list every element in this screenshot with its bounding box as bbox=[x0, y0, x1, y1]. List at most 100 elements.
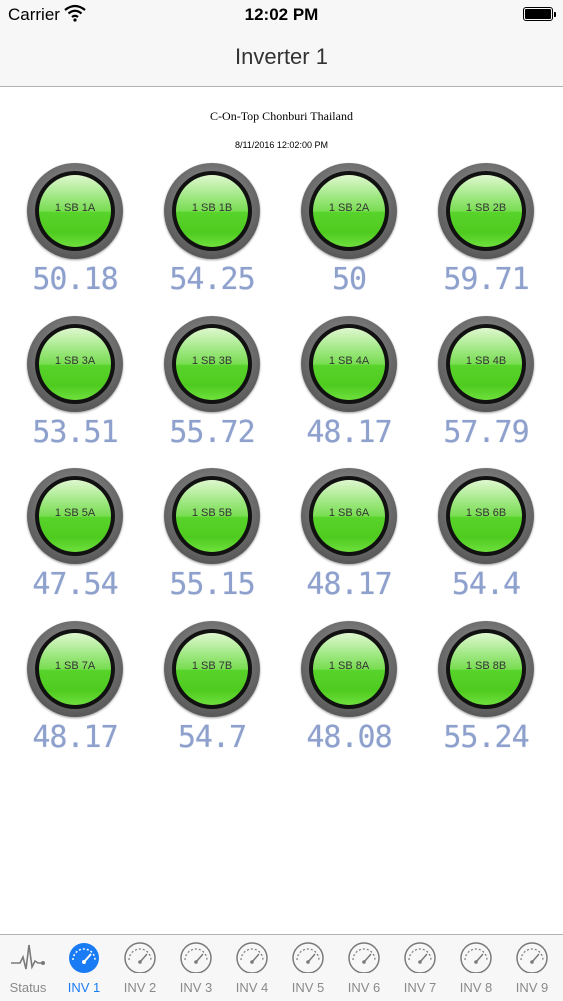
status-bar: Carrier 12:02 PM bbox=[0, 0, 563, 30]
battery-icon bbox=[523, 7, 556, 21]
speedometer-icon bbox=[122, 941, 158, 974]
speedometer-icon bbox=[290, 941, 326, 974]
gauge-label: 1 SB 8B bbox=[465, 660, 507, 672]
power-reading: 57.79 bbox=[443, 415, 529, 450]
gauge-cell[interactable]: 1 SB 4A 48.17 bbox=[284, 311, 414, 461]
status-light-icon: 1 SB 1A bbox=[27, 163, 123, 259]
speedometer-icon bbox=[178, 941, 214, 974]
gauge-bezel: 1 SB 3A bbox=[35, 324, 115, 404]
status-light-icon: 1 SB 6A bbox=[301, 468, 397, 564]
gauge-label: 1 SB 6B bbox=[465, 507, 507, 519]
gauge-face: 1 SB 8A bbox=[313, 633, 385, 705]
tab-label: INV 5 bbox=[291, 980, 325, 995]
tab-inv-4[interactable]: INV 4 bbox=[224, 935, 280, 1001]
gauge-label: 1 SB 4B bbox=[465, 355, 507, 367]
tab-bar: Status INV 1 INV 2 INV 3 INV 4 INV 5 INV 6 INV … bbox=[0, 934, 563, 1001]
gauge-cell[interactable]: 1 SB 1B 54.25 bbox=[147, 158, 277, 308]
tab-inv-6[interactable]: INV 6 bbox=[336, 935, 392, 1001]
gauge-bezel: 1 SB 2B bbox=[446, 171, 526, 251]
status-light-icon: 1 SB 5B bbox=[164, 468, 260, 564]
gauge-cell[interactable]: 1 SB 1A 50.18 bbox=[10, 158, 140, 308]
power-reading: 53.51 bbox=[32, 415, 118, 450]
status-light-icon: 1 SB 3B bbox=[164, 316, 260, 412]
gauge-cell[interactable]: 1 SB 7A 48.17 bbox=[10, 616, 140, 766]
gauge-face: 1 SB 5B bbox=[176, 480, 248, 552]
tab-label: Status bbox=[9, 980, 47, 995]
gauge-bezel: 1 SB 4B bbox=[446, 324, 526, 404]
gauge-bezel: 1 SB 6B bbox=[446, 476, 526, 556]
power-reading: 55.15 bbox=[169, 567, 255, 602]
clock: 12:02 PM bbox=[244, 5, 319, 24]
speedometer-icon bbox=[234, 941, 270, 974]
tab-inv-7[interactable]: INV 7 bbox=[392, 935, 448, 1001]
gauge-label: 1 SB 1A bbox=[54, 202, 96, 214]
tab-label: INV 1 bbox=[67, 980, 101, 995]
tab-label: INV 7 bbox=[403, 980, 437, 995]
tab-inv-9[interactable]: INV 9 bbox=[504, 935, 560, 1001]
gauge-face: 1 SB 1A bbox=[39, 175, 111, 247]
gauge-cell[interactable]: 1 SB 6A 48.17 bbox=[284, 463, 414, 613]
status-light-icon: 1 SB 4B bbox=[438, 316, 534, 412]
tab-inv-8[interactable]: INV 8 bbox=[448, 935, 504, 1001]
status-light-icon: 1 SB 3A bbox=[27, 316, 123, 412]
gauge-face: 1 SB 4B bbox=[450, 328, 522, 400]
speedometer-icon bbox=[458, 941, 494, 974]
status-light-icon: 1 SB 7B bbox=[164, 621, 260, 717]
status-light-icon: 1 SB 6B bbox=[438, 468, 534, 564]
gauge-cell[interactable]: 1 SB 5A 47.54 bbox=[10, 463, 140, 613]
gauge-label: 1 SB 6A bbox=[328, 507, 370, 519]
pulse-icon bbox=[10, 941, 46, 973]
status-light-icon: 1 SB 4A bbox=[301, 316, 397, 412]
gauge-bezel: 1 SB 5B bbox=[172, 476, 252, 556]
gauge-bezel: 1 SB 1A bbox=[35, 171, 115, 251]
gauge-cell[interactable]: 1 SB 8A 48.08 bbox=[284, 616, 414, 766]
gauge-bezel: 1 SB 7B bbox=[172, 629, 252, 709]
gauge-cell[interactable]: 1 SB 6B 54.4 bbox=[421, 463, 551, 613]
gauge-bezel: 1 SB 4A bbox=[309, 324, 389, 404]
gauge-label: 1 SB 5B bbox=[191, 507, 233, 519]
navigation-bar: Inverter 1 bbox=[0, 30, 563, 87]
status-light-icon: 1 SB 2A bbox=[301, 163, 397, 259]
gauge-cell[interactable]: 1 SB 2A 50 bbox=[284, 158, 414, 308]
gauge-cell[interactable]: 1 SB 3B 55.72 bbox=[147, 311, 277, 461]
tab-inv-3[interactable]: INV 3 bbox=[168, 935, 224, 1001]
site-name: C-On-Top Chonburi Thailand bbox=[210, 109, 353, 123]
gauge-bezel: 1 SB 5A bbox=[35, 476, 115, 556]
speedometer-icon bbox=[402, 941, 438, 974]
tab-label: INV 2 bbox=[123, 980, 157, 995]
page-title: Inverter 1 bbox=[235, 44, 328, 69]
gauge-cell[interactable]: 1 SB 5B 55.15 bbox=[147, 463, 277, 613]
gauge-face: 1 SB 5A bbox=[39, 480, 111, 552]
gauge-bezel: 1 SB 6A bbox=[309, 476, 389, 556]
tab-inv-1[interactable]: INV 1 bbox=[56, 935, 112, 1001]
speedometer-icon bbox=[514, 941, 550, 974]
power-reading: 55.72 bbox=[169, 415, 255, 450]
gauge-cell[interactable]: 1 SB 2B 59.71 bbox=[421, 158, 551, 308]
gauge-cell[interactable]: 1 SB 8B 55.24 bbox=[421, 616, 551, 766]
gauge-label: 1 SB 3A bbox=[54, 355, 96, 367]
power-reading: 48.17 bbox=[32, 720, 118, 755]
tab-label: INV 6 bbox=[347, 980, 381, 995]
tab-inv-2[interactable]: INV 2 bbox=[112, 935, 168, 1001]
tab-status[interactable]: Status bbox=[0, 935, 56, 1001]
gauge-label: 1 SB 2B bbox=[465, 202, 507, 214]
power-reading: 54.7 bbox=[177, 720, 247, 755]
power-reading: 54.4 bbox=[451, 567, 521, 602]
tab-inv-5[interactable]: INV 5 bbox=[280, 935, 336, 1001]
gauge-cell[interactable]: 1 SB 3A 53.51 bbox=[10, 311, 140, 461]
speedometer-icon bbox=[346, 941, 382, 974]
gauge-label: 1 SB 8A bbox=[328, 660, 370, 672]
tab-label: INV 9 bbox=[515, 980, 549, 995]
gauge-label: 1 SB 2A bbox=[328, 202, 370, 214]
gauge-cell[interactable]: 1 SB 7B 54.7 bbox=[147, 616, 277, 766]
power-reading: 48.17 bbox=[306, 415, 392, 450]
gauge-label: 1 SB 1B bbox=[191, 202, 233, 214]
gauge-face: 1 SB 4A bbox=[313, 328, 385, 400]
gauge-bezel: 1 SB 8A bbox=[309, 629, 389, 709]
gauge-face: 1 SB 1B bbox=[176, 175, 248, 247]
gauge-cell[interactable]: 1 SB 4B 57.79 bbox=[421, 311, 551, 461]
status-light-icon: 1 SB 8A bbox=[301, 621, 397, 717]
power-reading: 48.08 bbox=[306, 720, 392, 755]
power-reading: 54.25 bbox=[169, 262, 255, 297]
power-reading: 48.17 bbox=[306, 567, 392, 602]
